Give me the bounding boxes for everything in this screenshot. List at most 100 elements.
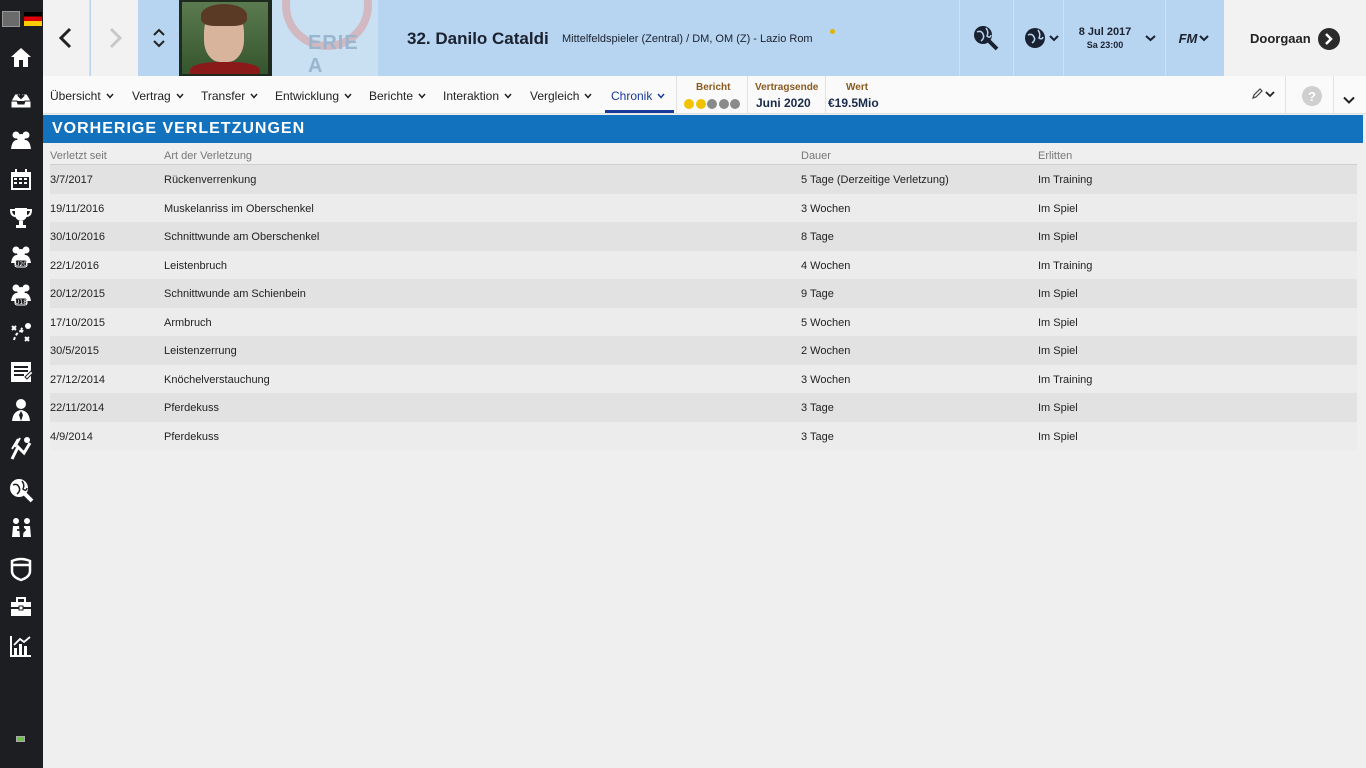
player-cycle-buttons[interactable]: [139, 0, 179, 76]
tab-chronik[interactable]: Chronik: [611, 89, 665, 103]
fm-menu-button[interactable]: FM: [1171, 20, 1217, 56]
table-row[interactable]: 4/9/2014 Pferdekuss 3 Tage Im Spiel: [50, 421, 1357, 450]
injury-type: Leistenzerrung: [164, 345, 237, 357]
nation-flags[interactable]: [2, 11, 42, 27]
league-logo-text: ERIE A: [308, 32, 359, 76]
current-time: Sa 23:00: [1086, 40, 1124, 50]
value-value: €19.5Mio: [828, 96, 879, 110]
date-display[interactable]: 8 Jul 2017 Sa 23:00: [1069, 0, 1165, 76]
table-row[interactable]: 19/11/2016 Muskelanriss im Oberschenkel 3 …: [50, 193, 1357, 222]
chevron-down-icon: [1145, 35, 1156, 42]
star-icon: [718, 99, 729, 109]
help-icon[interactable]: ?: [1302, 86, 1322, 106]
injury-duration: 4 Wochen: [801, 259, 851, 272]
reports-icon: [11, 362, 34, 382]
table-row[interactable]: 22/1/2016 Leistenbruch 4 Wochen Im Training: [50, 250, 1357, 279]
tab-vertrag[interactable]: Vertrag: [132, 89, 184, 103]
sidebar-item-training[interactable]: [6, 433, 36, 463]
sidebar-item-tactics[interactable]: [6, 318, 36, 348]
table-row[interactable]: 20/12/2015 Schnittwunde am Schienbein 9 Ta…: [50, 279, 1357, 308]
sidebar-item-staff[interactable]: [6, 395, 36, 425]
continue-button[interactable]: Doorgaan: [1224, 0, 1366, 76]
star-icon: [730, 99, 740, 109]
injury-date: 30/5/2015: [50, 345, 99, 357]
chevron-up-icon[interactable]: [152, 27, 166, 37]
star-icon: [707, 99, 717, 109]
edit-menu-button[interactable]: [1251, 88, 1275, 100]
sidebar-item-squad[interactable]: [6, 125, 36, 155]
chevron-down-icon: [1343, 96, 1355, 104]
chevron-down-icon: [1048, 35, 1059, 42]
tab-vergleich[interactable]: Vergleich: [530, 89, 592, 103]
status-indicator-icon[interactable]: [16, 736, 25, 742]
sidebar-item-scouting[interactable]: [6, 475, 36, 505]
table-row[interactable]: 3/7/2017 Rückenverrenkung 5 Tage (Derzeiti…: [50, 165, 1357, 194]
table-row[interactable]: 27/12/2014 Knöchelverstauchung 3 Wochen Im …: [50, 364, 1357, 393]
tab-label: Vertrag: [132, 89, 171, 103]
chevron-down-icon: [657, 93, 665, 99]
club-badge-icon: [2, 11, 20, 27]
sidebar-item-transfers[interactable]: [6, 513, 36, 543]
tab-transfer[interactable]: Transfer: [201, 89, 258, 103]
sidebar-item-home[interactable]: [6, 42, 36, 72]
report-stars[interactable]: [684, 99, 742, 109]
continue-label: Doorgaan: [1250, 31, 1311, 46]
column-header-duration[interactable]: Dauer: [801, 150, 831, 162]
injury-type: Pferdekuss: [164, 402, 220, 414]
player-photo: [179, 0, 272, 76]
tab-bar: Übersicht Vertrag Transfer Entwicklung Beric…: [43, 76, 1366, 114]
search-button[interactable]: [969, 20, 1003, 56]
table-row[interactable]: 22/11/2014 Pferdekuss 3 Tage Im Spiel: [50, 393, 1357, 422]
tab--bersicht[interactable]: Übersicht: [50, 89, 114, 103]
tab-entwicklung[interactable]: Entwicklung: [275, 89, 352, 103]
sidebar-item-trophy[interactable]: [6, 203, 36, 233]
sidebar-item-finances[interactable]: [6, 592, 36, 622]
injury-type: Schnittwunde am Schienbein: [164, 288, 306, 300]
sidebar-item-u18-squad[interactable]: U18: [6, 279, 36, 309]
calendar-icon: [11, 169, 31, 190]
injury-date: 22/1/2016: [50, 259, 99, 272]
favorite-icon: [830, 29, 835, 34]
sidebar-item-inbox[interactable]: [6, 85, 36, 115]
injury-date: 27/12/2014: [50, 373, 106, 386]
table-row[interactable]: 17/10/2015 Armbruch 5 Wochen Im Spiel: [50, 307, 1357, 336]
sidebar-item-reports[interactable]: [6, 357, 36, 387]
world-menu-button[interactable]: [1019, 20, 1063, 56]
chevron-down-icon: [418, 93, 426, 99]
tab-interaktion[interactable]: Interaktion: [443, 89, 512, 103]
pencil-icon: [1252, 88, 1263, 99]
table-row[interactable]: 30/5/2015 Leistenzerrung 2 Wochen Im Spiel: [50, 336, 1357, 365]
injury-occurred: Im Spiel: [1038, 316, 1078, 329]
injury-duration: 5 Tage (Derzeitige Verletzung): [801, 174, 949, 186]
table-header: Verletzt seit Art der Verletzung Dauer E…: [50, 148, 1357, 165]
sidebar-item-stats[interactable]: [6, 631, 36, 661]
stats-icon: [10, 636, 31, 657]
injury-type: Rückenverrenkung: [164, 174, 257, 186]
svg-text:U20: U20: [15, 261, 27, 268]
player-header: ERIE A 32. Danilo Cataldi Mittelfeldspie…: [43, 0, 1366, 76]
back-button[interactable]: [43, 0, 90, 76]
table-row[interactable]: 30/10/2016 Schnittwunde am Oberschenkel 8 …: [50, 222, 1357, 251]
more-menu-button[interactable]: [1343, 91, 1355, 109]
sidebar-item-calendar[interactable]: [6, 165, 36, 195]
injury-occurred: Im Training: [1038, 174, 1093, 186]
forward-button[interactable]: [91, 0, 138, 76]
injury-duration: 2 Wochen: [801, 345, 851, 357]
chevron-down-icon: [504, 93, 512, 99]
column-header-occurred[interactable]: Erlitten: [1038, 150, 1072, 162]
chevron-down-icon[interactable]: [152, 39, 166, 49]
sidebar-item-club[interactable]: [6, 554, 36, 584]
column-header-type[interactable]: Art der Verletzung: [164, 150, 252, 162]
injury-occurred: Im Spiel: [1038, 202, 1078, 215]
injury-occurred: Im Spiel: [1038, 231, 1078, 243]
sidebar-item-u20-squad[interactable]: U20: [6, 241, 36, 271]
injury-type: Schnittwunde am Oberschenkel: [164, 231, 320, 243]
injury-table: Verletzt seit Art der Verletzung Dauer E…: [50, 148, 1357, 450]
tab-berichte[interactable]: Berichte: [369, 89, 426, 103]
player-name[interactable]: 32. Danilo Cataldi: [407, 29, 549, 49]
injury-date: 3/7/2017: [50, 174, 93, 186]
injury-date: 22/11/2014: [50, 402, 105, 414]
tab-label: Vergleich: [530, 89, 580, 103]
column-header-date[interactable]: Verletzt seit: [50, 150, 107, 162]
injury-type: Pferdekuss: [164, 430, 220, 443]
